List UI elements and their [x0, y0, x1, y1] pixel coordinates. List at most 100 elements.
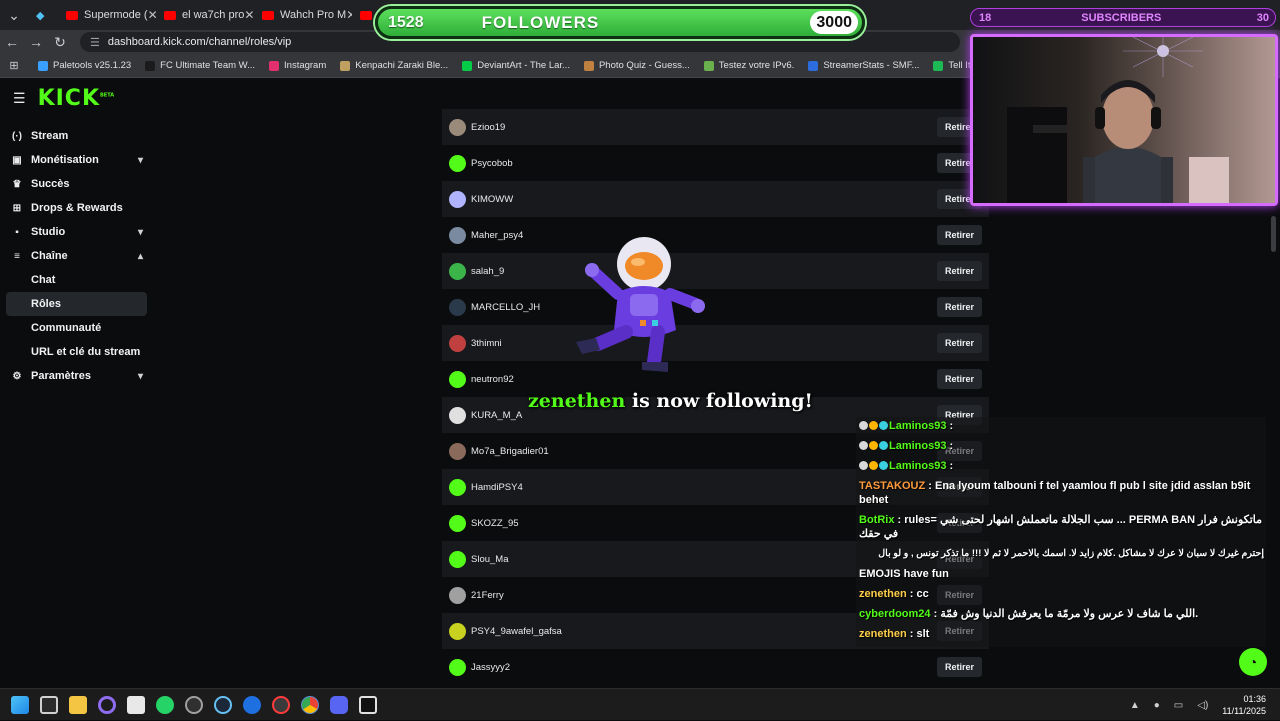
task-view-icon[interactable] [40, 695, 58, 714]
avatar[interactable] [449, 406, 466, 424]
avatar[interactable] [449, 514, 466, 532]
remove-vip-button[interactable]: Retirer [936, 657, 982, 677]
vip-username[interactable]: neutron92 [471, 374, 514, 385]
bookmark-item[interactable]: Paletools v25.1.23 [38, 60, 131, 71]
ea-app-icon[interactable] [243, 695, 261, 714]
close-tab-icon[interactable]: ✕ [244, 8, 254, 22]
vip-username[interactable]: Ezioo19 [471, 122, 505, 133]
vip-username[interactable]: Maher_psy4 [471, 230, 523, 241]
microphone-icon[interactable]: ● [1154, 700, 1160, 711]
vip-username[interactable]: PSY4_9awafel_gafsa [471, 626, 562, 637]
avatar[interactable] [449, 262, 466, 280]
remove-vip-button[interactable]: Retirer [936, 333, 982, 353]
remove-vip-button[interactable]: Retirer [936, 369, 982, 389]
browser-tab[interactable]: Supermode (✕ [58, 0, 156, 30]
chat-username[interactable]: zenethen [859, 628, 907, 640]
sidebar-item-drops---rewards[interactable]: ⊞ Drops & Rewards [6, 196, 147, 220]
remove-vip-button[interactable]: Retirer [936, 297, 982, 317]
clock[interactable]: 01:36 11/11/2025 [1222, 693, 1266, 717]
vip-username[interactable]: 21Ferry [471, 590, 504, 601]
sidebar-subitem[interactable]: URL et clé du stream [6, 340, 147, 364]
close-tab-icon[interactable]: ✕ [148, 8, 156, 22]
avatar[interactable] [449, 478, 466, 496]
sidebar-subitem[interactable]: Rôles [6, 292, 147, 316]
network-icon[interactable]: ▭ [1174, 700, 1183, 711]
file-explorer-icon[interactable] [69, 695, 87, 714]
chevron-down-icon[interactable]: ▾ [138, 155, 143, 166]
avatar[interactable] [449, 190, 466, 208]
help-chat-button[interactable]: ◔ [1239, 648, 1267, 676]
cortana-icon[interactable] [98, 695, 116, 714]
browser-tab[interactable]: ◆ [28, 0, 58, 30]
avatar[interactable] [449, 154, 466, 172]
bookmark-item[interactable]: Kenpachi Zaraki Ble... [340, 60, 448, 71]
vip-username[interactable]: Jassyyy2 [471, 662, 510, 673]
game-launcher-icon[interactable] [272, 695, 290, 714]
avatar[interactable] [449, 550, 466, 568]
avatar[interactable] [449, 370, 466, 388]
avatar[interactable] [449, 442, 466, 460]
remove-vip-button[interactable]: Retirer [936, 225, 982, 245]
tray-expand-icon[interactable]: ▲ [1130, 700, 1140, 711]
whatsapp-icon[interactable] [156, 695, 174, 714]
chat-username[interactable]: BotRix [859, 514, 894, 526]
remove-vip-button[interactable]: Retirer [936, 261, 982, 281]
vip-username[interactable]: 3thimni [471, 338, 502, 349]
avatar[interactable] [449, 622, 466, 640]
vip-username[interactable]: MARCELLO_JH [471, 302, 540, 313]
bookmark-item[interactable]: Testez votre IPv6. [703, 60, 794, 71]
volume-icon[interactable]: ◁) [1197, 700, 1208, 711]
chat-username[interactable]: Laminos93 [889, 440, 946, 452]
chat-username[interactable]: Laminos93 [889, 460, 946, 472]
obs-icon[interactable] [185, 695, 203, 714]
avatar[interactable] [449, 226, 466, 244]
kick-logo[interactable]: KICKBETA [38, 86, 115, 111]
chevron-up-icon[interactable]: ▴ [138, 251, 143, 262]
sidebar-item-studio[interactable]: ▪ Studio ▾ [6, 220, 147, 244]
avatar[interactable] [449, 586, 466, 604]
vip-username[interactable]: Psycobob [471, 158, 513, 169]
sidebar-item-mon-tisation[interactable]: ▣ Monétisation ▾ [6, 148, 147, 172]
sidebar-item-stream[interactable]: (·) Stream [6, 124, 147, 148]
chat-username[interactable]: Laminos93 [889, 420, 946, 432]
browser-tab[interactable]: el wa7ch pro ✕ [156, 0, 254, 30]
bookmark-item[interactable]: FC Ultimate Team W... [145, 60, 255, 71]
chrome-icon[interactable] [301, 695, 319, 714]
avatar[interactable] [449, 298, 466, 316]
sidebar-subitem[interactable]: Chat [6, 268, 147, 292]
forward-icon[interactable]: → [24, 34, 48, 50]
sidebar-item-cha-ne[interactable]: ≡ Chaîne ▴ [6, 244, 147, 268]
bookmark-item[interactable]: DeviantArt - The Lar... [462, 60, 570, 71]
avatar[interactable] [449, 658, 466, 676]
bookmark-item[interactable]: Instagram [269, 60, 326, 71]
capcut-icon[interactable] [359, 695, 377, 714]
browser-tab[interactable]: Wahch Pro M ✕ [254, 0, 352, 30]
apps-icon[interactable]: ⊞ [0, 59, 28, 72]
vip-username[interactable]: KURA_M_A [471, 410, 522, 421]
vip-username[interactable]: Mo7a_Brigadier01 [471, 446, 549, 457]
vip-username[interactable]: salah_9 [471, 266, 504, 277]
tab-search-icon[interactable]: ⌄ [0, 7, 28, 24]
vip-username[interactable]: KIMOWW [471, 194, 513, 205]
vip-username[interactable]: Slou_Ma [471, 554, 509, 565]
steam-icon[interactable] [214, 695, 232, 714]
chevron-down-icon[interactable]: ▾ [138, 227, 143, 238]
site-info-icon[interactable]: ☰ [90, 36, 100, 49]
menu-icon[interactable]: ☰ [13, 90, 26, 107]
bookmark-item[interactable]: StreamerStats - SMF... [808, 60, 919, 71]
vip-username[interactable]: SKOZZ_95 [471, 518, 519, 529]
chat-username[interactable]: cyberdoom24 [859, 608, 931, 620]
snipping-tool-icon[interactable] [127, 695, 145, 714]
back-icon[interactable]: ← [0, 34, 24, 50]
sidebar-subitem[interactable]: Communauté [6, 316, 147, 340]
bookmark-item[interactable]: Photo Quiz - Guess... [583, 60, 690, 71]
chat-username[interactable]: zenethen [859, 588, 907, 600]
chat-username[interactable]: TASTAKOUZ [859, 480, 925, 492]
windows-start-icon[interactable] [11, 695, 29, 714]
vip-username[interactable]: HamdiPSY4 [471, 482, 523, 493]
avatar[interactable] [449, 334, 466, 352]
page-scrollbar-thumb[interactable] [1271, 216, 1276, 252]
sidebar-item-settings[interactable]: ⚙ Paramètres ▾ [6, 364, 147, 388]
reload-icon[interactable]: ↻ [48, 34, 72, 51]
sidebar-item-succ-s[interactable]: ♛ Succès [6, 172, 147, 196]
